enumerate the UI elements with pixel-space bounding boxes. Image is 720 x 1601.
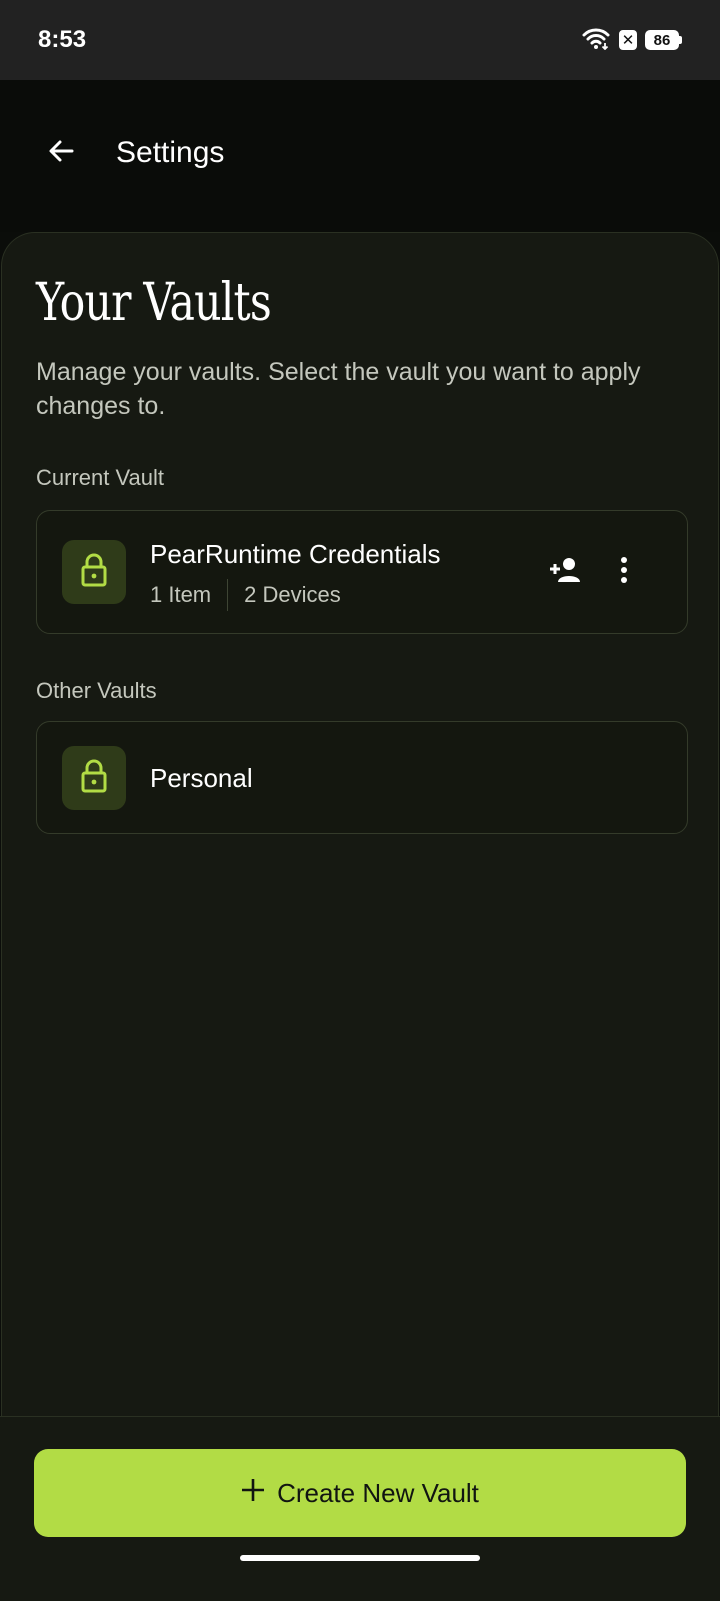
lock-icon: [80, 759, 108, 798]
vault-name: PearRuntime Credentials: [150, 539, 441, 569]
vault-lock-tile: [62, 540, 126, 604]
vault-meta: 1 Item 2 Devices: [150, 579, 341, 611]
create-vault-button[interactable]: Create New Vault: [34, 1449, 686, 1537]
create-vault-label: Create New Vault: [277, 1477, 479, 1508]
current-vault-card[interactable]: PearRuntime Credentials 1 Item 2 Devices: [36, 510, 688, 634]
add-person-icon: [549, 556, 583, 589]
current-vault-label: Current Vault: [36, 465, 164, 490]
lock-icon: [80, 553, 108, 592]
vault-item-count: 1 Item: [150, 582, 212, 607]
home-indicator[interactable]: [240, 1555, 480, 1561]
share-vault-button[interactable]: [546, 552, 586, 592]
arrow-left-icon: [46, 136, 76, 171]
battery-icon: 86: [645, 30, 682, 50]
page-title: Your Vaults: [36, 273, 272, 333]
other-vault-card[interactable]: Personal: [36, 721, 688, 834]
notification-x-icon: ✕: [619, 30, 637, 50]
status-icons: ✕ 86: [581, 26, 682, 55]
vault-more-button[interactable]: [604, 552, 644, 592]
vault-device-count: 2 Devices: [244, 582, 341, 607]
vaults-panel: Your Vaults Manage your vaults. Select t…: [1, 232, 719, 1600]
back-button[interactable]: [40, 132, 82, 174]
meta-divider: [227, 579, 229, 611]
battery-tip: [679, 36, 682, 44]
status-time: 8:53: [38, 26, 87, 53]
wifi-icon: [581, 26, 611, 55]
more-vertical-icon: [620, 556, 628, 588]
other-vaults-label: Other Vaults: [36, 678, 157, 703]
battery-level: 86: [645, 30, 679, 50]
vault-name: Personal: [150, 763, 253, 793]
app-header: Settings: [0, 80, 720, 232]
page-subtitle: Manage your vaults. Select the vault you…: [36, 358, 641, 420]
footer: Create New Vault: [0, 1416, 720, 1601]
header-title: Settings: [116, 136, 225, 169]
status-bar: 8:53 ✕ 86: [0, 0, 720, 80]
vault-lock-tile: [62, 746, 126, 810]
plus-icon: [241, 1478, 265, 1509]
